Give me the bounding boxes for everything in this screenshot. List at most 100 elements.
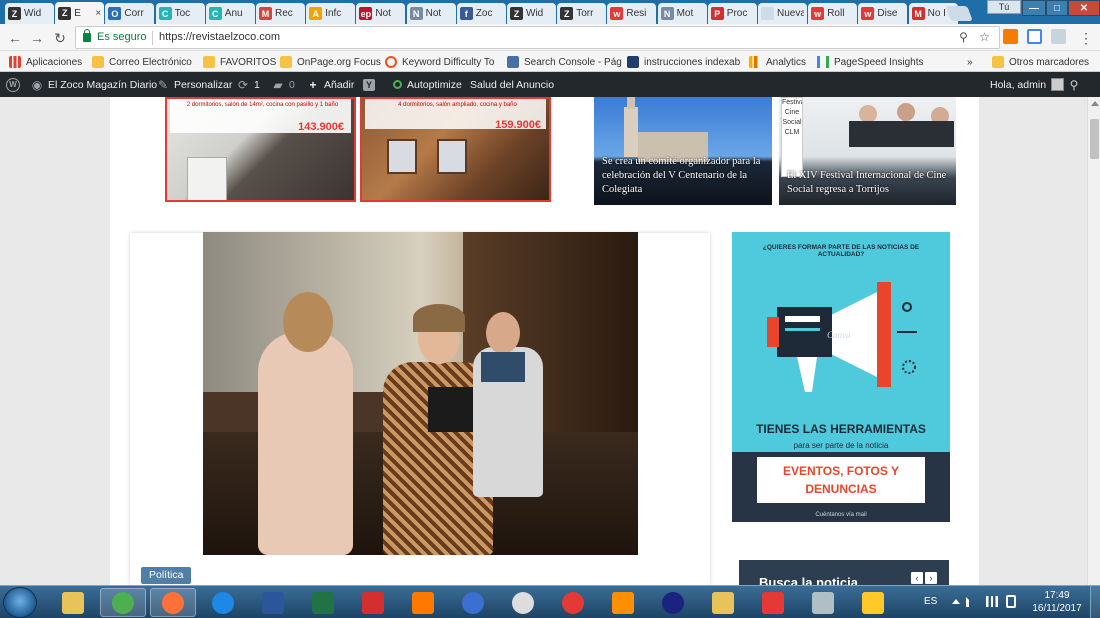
news-caption-colegiata[interactable]: Se crea un comité organizador para la ce… [602,155,766,197]
browser-tab[interactable]: Z Torr [557,3,607,24]
browser-tab[interactable]: w Resi [607,3,657,24]
show-desktop-button[interactable] [1090,586,1100,618]
scroll-up-arrow[interactable] [1091,101,1099,106]
comments-menu[interactable]: ▰ 0 [272,72,294,97]
taskbar-app-user-app[interactable] [650,588,696,617]
bookmark-item[interactable]: Search Console - Pág [507,54,622,70]
taskbar-app-red-app[interactable] [550,588,596,617]
bookmark-item[interactable]: Aplicaciones [9,54,82,70]
browser-tab[interactable]: C Toc [155,3,205,24]
clock[interactable]: 17:49 16/11/2017 [1026,589,1088,615]
minimize-button[interactable]: — [1022,0,1046,16]
browser-tab[interactable]: Z Wid [5,3,54,24]
url-text[interactable]: https://revistaelzoco.com [159,31,280,43]
browser-tab[interactable]: O Corr [105,3,155,24]
sidebar-banner[interactable]: ¿QUIERES FORMAR PARTE DE LAS NOTICIAS DE… [732,232,950,522]
language-indicator[interactable]: ES [924,596,937,607]
bookmark-item[interactable]: Correo Electrónico [92,54,192,70]
network-icon[interactable] [986,596,998,607]
close-window-button[interactable]: ✕ [1068,0,1100,16]
bookmarks-more-button[interactable]: » [967,54,973,70]
maximize-button[interactable]: □ [1046,0,1068,16]
taskbar-app-paint-app[interactable] [750,588,796,617]
page-scrollbar[interactable] [1087,97,1100,585]
extension-dropbox-icon[interactable] [1051,29,1066,44]
tab-favicon-icon: C [158,7,172,20]
profile-chip[interactable]: Tú [987,0,1021,14]
yoast-menu[interactable]: Y [363,72,380,97]
zoom-icon[interactable]: ⚲ [956,30,971,45]
taskbar-app-acrobat[interactable] [350,588,396,617]
browser-tab[interactable]: w Roll [808,3,858,24]
taskbar-app-palette[interactable] [850,588,896,617]
reload-button[interactable]: ↻ [51,29,69,47]
autoptimize-menu[interactable]: Autoptimize [393,72,462,97]
widget-next-button[interactable]: › [925,572,937,584]
taskbar-app-folder-app[interactable] [700,588,746,617]
volume-icon[interactable] [966,597,976,607]
taskbar-app-clock-app[interactable] [500,588,546,617]
taskbar-app-media-player[interactable] [600,588,646,617]
news-caption-festival[interactable]: El XIV Festival Internacional de Cine So… [787,169,950,197]
taskbar-app-avast[interactable] [400,588,446,617]
browser-tab[interactable]: A Infc [306,3,356,24]
browser-tab[interactable]: N Mot [657,3,707,24]
taskbar-app-chrome[interactable] [100,588,146,617]
taskbar-app-word[interactable] [250,588,296,617]
browser-tab[interactable]: Nueva p [758,3,807,24]
extension-cast-icon[interactable] [1027,29,1042,44]
tray-expand-icon[interactable] [952,599,960,604]
browser-tab[interactable]: ep Not [356,3,406,24]
taskbar-app-internet-explorer[interactable] [200,588,246,617]
browser-tab[interactable]: Z E × [55,2,105,24]
widget-prev-button[interactable]: ‹ [911,572,923,584]
add-new-menu[interactable]: + Añadir [307,72,354,97]
scroll-thumb[interactable] [1090,119,1099,159]
ad-image-2[interactable]: 4 dormitorios, salón ampliado, cocina y … [360,97,551,202]
browser-menu-icon[interactable]: ⋮ [1077,29,1095,47]
article-featured-image[interactable] [203,232,638,555]
updates-menu[interactable]: ⟳ 1 [237,72,260,97]
browser-tab[interactable]: Z Wid [507,3,556,24]
taskbar-app-explorer[interactable] [50,588,96,617]
browser-tab[interactable]: N Not [406,3,456,24]
taskbar-app-firefox[interactable] [150,588,196,617]
dashboard-icon: ◉ [31,77,43,92]
back-button[interactable]: ← [6,29,24,47]
bookmark-item[interactable]: PageSpeed Insights [817,54,924,70]
site-name-menu[interactable]: ◉ El Zoco Magazín Diario [31,72,157,97]
taskbar-app-printer[interactable] [800,588,846,617]
tab-close-icon[interactable]: × [95,8,101,19]
browser-tab[interactable]: f Zoc [456,3,506,24]
browser-tab[interactable]: P Proc [707,3,757,24]
ad-image-1[interactable]: 2 dormitorios, salón de 14m², cocina con… [165,97,356,202]
extension-analytics-icon[interactable] [1003,29,1018,44]
browser-tab[interactable]: M Rec [256,3,305,24]
new-tab-button[interactable] [945,6,973,21]
address-bar[interactable]: Es seguro https://revistaelzoco.com ⚲ ☆ [75,26,1000,49]
bookmark-star-icon[interactable]: ☆ [977,30,992,45]
news-item-festival[interactable]: Festival Cine Social CLM El XIV Festival… [779,97,956,205]
bookmark-item[interactable]: FAVORITOS [203,54,276,70]
account-menu[interactable]: Hola, admin [990,72,1065,97]
user-app-icon [662,591,684,614]
bookmark-item[interactable]: Keyword Difficulty To [385,54,494,70]
power-icon[interactable] [1006,595,1016,608]
news-item-colegiata[interactable]: Se crea un comité organizador para la ce… [594,97,772,205]
browser-tab[interactable]: C Anu [205,3,255,24]
customize-menu[interactable]: ✎ Personalizar [157,72,232,97]
admin-search-button[interactable]: ⚲ [1068,72,1085,97]
taskbar-app-excel[interactable] [300,588,346,617]
category-tag[interactable]: Política [141,567,192,584]
other-bookmarks-folder[interactable]: Otros marcadores [992,54,1089,70]
brush-icon: ✎ [157,77,169,92]
taskbar-app-malwarebytes[interactable] [450,588,496,617]
ad-health-menu[interactable]: Salud del Anuncio [470,72,554,97]
forward-button[interactable]: → [28,29,46,47]
wp-logo-menu[interactable]: W [6,72,25,97]
browser-tab[interactable]: w Dise [858,3,908,24]
bookmark-item[interactable]: Analytics [749,54,806,70]
bookmark-item[interactable]: OnPage.org Focus [280,54,381,70]
bookmark-item[interactable]: instrucciones indexab [627,54,740,70]
start-button[interactable] [3,587,37,618]
